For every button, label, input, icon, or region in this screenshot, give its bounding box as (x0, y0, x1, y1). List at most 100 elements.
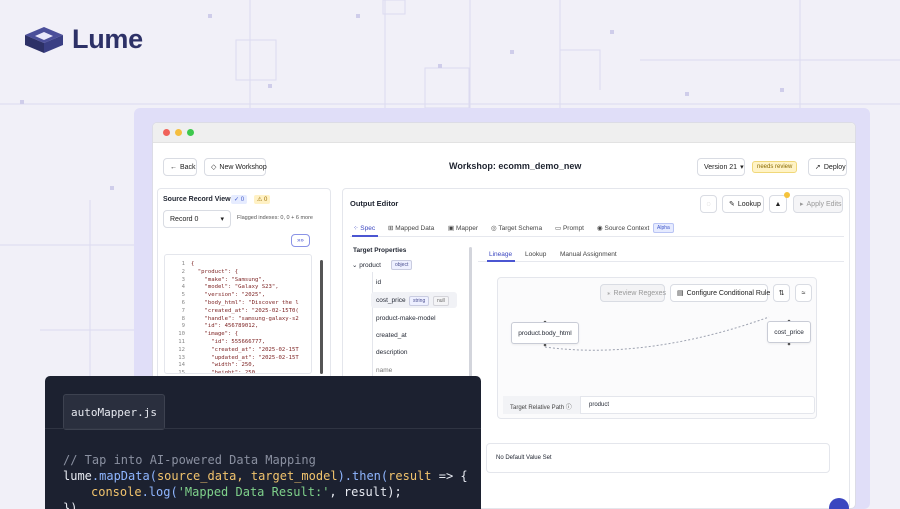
relative-path-value[interactable]: product (589, 402, 609, 408)
line-content: "created_at": "2025-02-15T0( (191, 307, 299, 314)
code-line: 13 "updated_at": "2025-02-15T (165, 355, 311, 363)
edit-icon: ✎ (729, 201, 735, 208)
back-button[interactable]: ← Back (163, 158, 197, 176)
line-number: 2 (181, 268, 185, 275)
alert-button[interactable]: ▲ (769, 195, 787, 213)
active-subtab-indicator (487, 260, 515, 262)
line-number: 3 (181, 276, 185, 283)
output-editor-title: Output Editor (350, 199, 399, 208)
subtab-manual-assignment[interactable]: Manual Assignment (560, 251, 617, 258)
line-content: "handle": "samsung-galaxy-s2 (191, 315, 299, 322)
tree-item-name[interactable]: name (376, 367, 392, 374)
file-tab[interactable]: autoMapper.js (63, 394, 165, 430)
new-workshop-button[interactable]: ◇ New Workshop (204, 158, 267, 176)
tree-item-product-make-model[interactable]: product-make-model (376, 315, 436, 322)
tab-separator (45, 428, 481, 429)
line-number: 4 (181, 284, 185, 291)
tree-item-created-at[interactable]: created_at (376, 332, 407, 339)
line-content: "product": { (191, 268, 239, 275)
tab-target-schema[interactable]: ◎ Target Schema (491, 224, 542, 232)
info-icon: ⓘ (565, 405, 572, 411)
expand-button[interactable]: »» (291, 234, 310, 247)
code-line: 14 "width": 250, (165, 362, 311, 370)
default-value-text: No Default Value Set (496, 455, 552, 461)
viewer-scrollbar[interactable] (320, 260, 323, 374)
line-content: { (191, 261, 195, 267)
warning-icon: ▲ (774, 200, 782, 208)
line-number: 13 (178, 354, 185, 361)
code-line: 15 "height": 250, (165, 370, 311, 374)
line-content: "make": "Samsung", (191, 276, 266, 283)
check-count-badge: ✓ 0 (231, 195, 248, 204)
string-type-badge: string (409, 296, 430, 306)
tab-mapper[interactable]: ▣ Mapper (448, 224, 478, 232)
tree-line (372, 272, 373, 377)
tree-item-id[interactable]: id (376, 279, 381, 286)
object-type-badge: object (391, 260, 413, 270)
alpha-badge: Alpha (653, 223, 674, 233)
line-content: "height": 250, (191, 370, 259, 374)
tab-spec[interactable]: ⁘ Spec (353, 224, 375, 232)
apply-edits-button[interactable]: ▸ Apply Edits (793, 195, 843, 213)
tree-item-description[interactable]: description (376, 349, 407, 356)
target-node[interactable]: cost_price (767, 321, 811, 343)
line-content: "image": { (191, 331, 239, 338)
title-bar (153, 123, 855, 143)
subtab-lineage[interactable]: Lineage (489, 251, 512, 258)
code-line-close: }) (63, 501, 78, 509)
tab-prompt[interactable]: ▭ Prompt (555, 224, 584, 232)
target-properties-title: Target Properties (353, 247, 407, 254)
line-content: "width": 250, (191, 362, 255, 369)
deploy-button[interactable]: ➚ Deploy (808, 158, 847, 176)
code-line: 8 "handle": "samsung-galaxy-s2 (165, 316, 311, 324)
line-content: "id": 555666777, (191, 338, 266, 345)
chevron-down-icon: ▾ (220, 216, 224, 223)
properties-scrollbar[interactable] (469, 247, 472, 377)
tab-mapped-data[interactable]: ⊞ Mapped Data (388, 224, 434, 232)
code-line: 12 "created_at": "2025-02-15T (165, 347, 311, 355)
code-line: 6 "body_html": "Discover the l (165, 300, 311, 308)
json-viewer: 1{2 "product": {3 "make": "Samsung", 4 "m… (164, 254, 312, 374)
play-icon: ▸ (800, 201, 804, 208)
minimize-window-button[interactable] (175, 129, 182, 136)
tab-source-context[interactable]: ◉ Source Context (597, 224, 649, 232)
lume-logo-icon (25, 26, 63, 53)
source-node[interactable]: product.body_html (511, 322, 579, 344)
line-number: 14 (178, 362, 185, 369)
brand-logo: Lume (24, 24, 143, 55)
warning-count-badge: ⚠ 0 (254, 195, 271, 204)
subtab-lookup[interactable]: Lookup (525, 251, 546, 258)
tree-root[interactable]: ⌄ product (352, 261, 381, 269)
code-line: 7 "created_at": "2025-02-15T0( (165, 308, 311, 316)
refresh-icon: ◌ (706, 200, 711, 208)
status-badge: needs review (752, 161, 798, 173)
lookup-button[interactable]: ✎ Lookup (722, 195, 764, 213)
line-number: 6 (181, 299, 185, 306)
refresh-icon-button[interactable]: ◌ (700, 195, 717, 213)
line-number: 12 (178, 346, 185, 353)
notification-dot (784, 192, 790, 198)
close-window-button[interactable] (163, 129, 170, 136)
line-content: "model": "Galaxy S23", (191, 284, 279, 291)
viewer-title: Source Record Viewer (163, 196, 238, 203)
line-number: 7 (181, 307, 185, 314)
active-tab-indicator (352, 235, 378, 237)
code-line: 2 "product": { (165, 269, 311, 277)
maximize-window-button[interactable] (187, 129, 194, 136)
diamond-icon: ◇ (211, 164, 217, 171)
version-select[interactable]: Version 21 ▾ (697, 158, 745, 176)
line-content: "created_at": "2025-02-15T (191, 346, 299, 353)
rocket-icon: ➚ (815, 164, 821, 171)
flagged-indexes: Flagged indexes: 0, 0 + 6 more (237, 215, 313, 221)
code-line: 11 "id": 555666777, (165, 339, 311, 347)
line-number: 10 (178, 331, 185, 338)
workshop-title: Workshop: ecomm_demo_new (449, 161, 582, 171)
code-line: 5 "version": "2025", (165, 292, 311, 300)
code-line-map: lume.mapData(source_data, target_model).… (63, 469, 468, 483)
line-number: 9 (181, 323, 185, 330)
line-number: 8 (181, 315, 185, 322)
line-number: 11 (178, 338, 185, 345)
record-select[interactable]: Record 0 ▾ (163, 210, 231, 228)
code-line: 1{ (165, 261, 311, 269)
code-comment: // Tap into AI-powered Data Mapping (63, 453, 316, 467)
